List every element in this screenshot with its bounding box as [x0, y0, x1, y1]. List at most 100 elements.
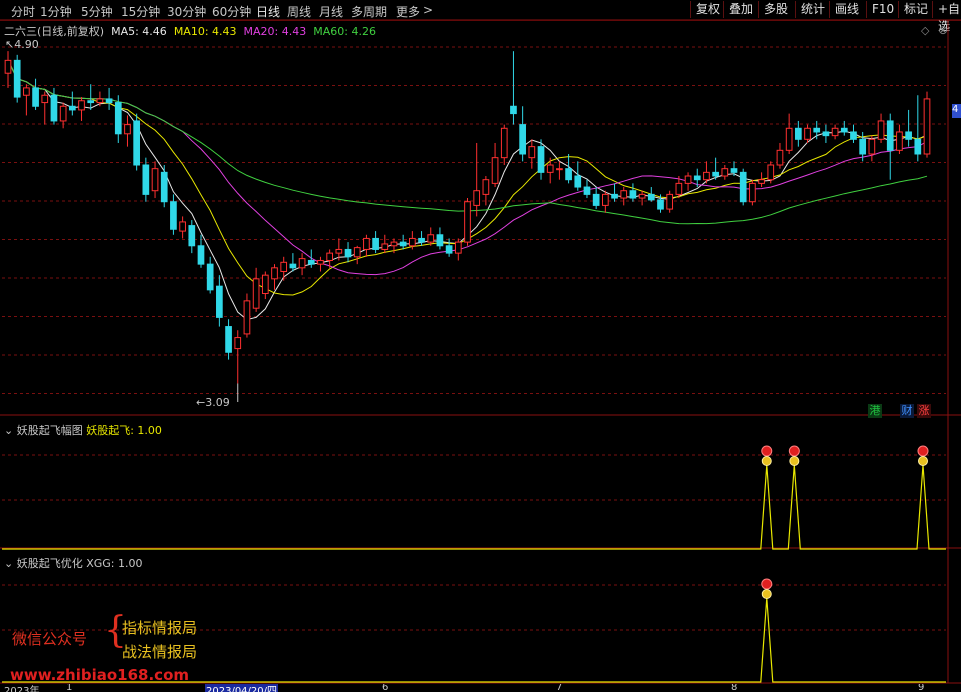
candle	[749, 179, 756, 206]
candle	[464, 198, 471, 246]
money-bag-icon	[788, 445, 800, 466]
candle	[13, 54, 21, 103]
high-price-marker: ↖4.90	[5, 38, 39, 51]
candle	[32, 78, 39, 110]
candle-body	[105, 98, 113, 104]
high-price-label: 4.90	[14, 38, 39, 51]
candle-body	[638, 193, 646, 199]
watermark-line2: 战法情报局	[122, 641, 197, 662]
candle	[96, 91, 104, 107]
candle-body	[151, 168, 159, 192]
candle-body	[831, 127, 839, 137]
hk-connect-badge[interactable]: 港	[868, 404, 882, 418]
watermark-line2-text: 战法情报局	[122, 643, 198, 661]
candle	[243, 293, 251, 338]
candle	[289, 253, 297, 272]
candle	[252, 267, 260, 312]
watermark-line1-text: 指标情报局	[122, 619, 198, 637]
candles	[4, 51, 931, 402]
limit-up-badge[interactable]: 涨	[917, 404, 931, 418]
watermark-line1: 指标情报局	[122, 617, 197, 638]
candle	[124, 115, 131, 147]
candle	[399, 234, 407, 250]
candle-body	[583, 186, 591, 195]
indicator2-name[interactable]: 妖股起飞优化	[17, 557, 83, 570]
date-tick-1: 1	[66, 684, 73, 692]
candle-body	[363, 237, 370, 250]
candle-body	[556, 168, 563, 171]
watermark: 微信公众号	[12, 628, 87, 649]
date-axis-year: 2023年	[4, 686, 40, 692]
candle-body	[427, 234, 435, 243]
candle	[170, 194, 177, 235]
candle-body	[243, 300, 251, 335]
candle-body	[170, 201, 177, 230]
candle	[500, 124, 508, 166]
candle	[712, 157, 719, 180]
candle	[363, 234, 370, 257]
finance-badge-label: 财	[901, 404, 913, 417]
candle-body	[611, 193, 618, 199]
chevron-down-icon[interactable]: ⌄	[4, 424, 13, 437]
price-tag: 4	[952, 104, 961, 118]
candle-body	[68, 105, 76, 111]
candle-body	[298, 258, 306, 269]
candle-body	[804, 127, 811, 140]
candle-body	[868, 138, 876, 155]
candle	[565, 153, 572, 184]
chevron-down-icon[interactable]: ⌄	[4, 557, 13, 570]
candle	[87, 84, 95, 110]
candle	[454, 238, 462, 261]
candle-body	[813, 127, 821, 133]
candle-body	[261, 274, 269, 295]
candle	[114, 95, 122, 143]
candle-body	[271, 267, 278, 280]
candle	[418, 231, 425, 246]
kline-chart[interactable]	[0, 0, 961, 692]
candle	[868, 135, 876, 162]
candle	[4, 51, 12, 88]
candle	[41, 91, 49, 125]
money-bag-icon	[761, 578, 773, 599]
candle	[877, 113, 885, 143]
candle-body	[850, 131, 857, 140]
candle-body	[41, 94, 49, 104]
candle-body	[859, 138, 867, 155]
money-bag-icon	[761, 445, 773, 466]
candle-body	[767, 164, 775, 181]
candle-body	[216, 285, 223, 318]
candle-body	[537, 146, 545, 173]
candle-body	[703, 171, 710, 181]
candle-body	[905, 131, 912, 140]
candle	[914, 95, 922, 162]
indicator1-name[interactable]: 妖股起飞幅图	[17, 424, 83, 437]
candle	[758, 172, 765, 188]
candle-body	[565, 168, 572, 181]
candle-body	[59, 105, 67, 122]
candle-body	[399, 241, 407, 247]
candle	[794, 120, 802, 147]
candle	[142, 157, 150, 202]
candle-body	[721, 168, 729, 177]
candle-body	[445, 245, 453, 254]
candle-body	[317, 259, 324, 265]
candle	[822, 124, 830, 143]
money-bag-coin	[789, 456, 800, 466]
indicator2-header: ⌄ 妖股起飞优化 XGG: 1.00	[4, 555, 143, 571]
candle-body	[528, 146, 536, 159]
candle-body	[372, 237, 379, 250]
candle-body	[13, 59, 21, 98]
candle-body	[234, 337, 242, 350]
candle-body	[546, 164, 554, 173]
candle	[372, 231, 379, 254]
candle	[427, 227, 435, 246]
candle	[905, 109, 912, 147]
money-bag-icon	[917, 445, 929, 466]
candle-body	[436, 234, 444, 247]
candle-body	[381, 243, 389, 250]
candle	[491, 142, 499, 188]
candle	[280, 256, 288, 281]
finance-badge[interactable]: 财	[900, 404, 914, 418]
candle-body	[749, 182, 756, 203]
wechat-label: 微信公众号	[12, 630, 88, 648]
